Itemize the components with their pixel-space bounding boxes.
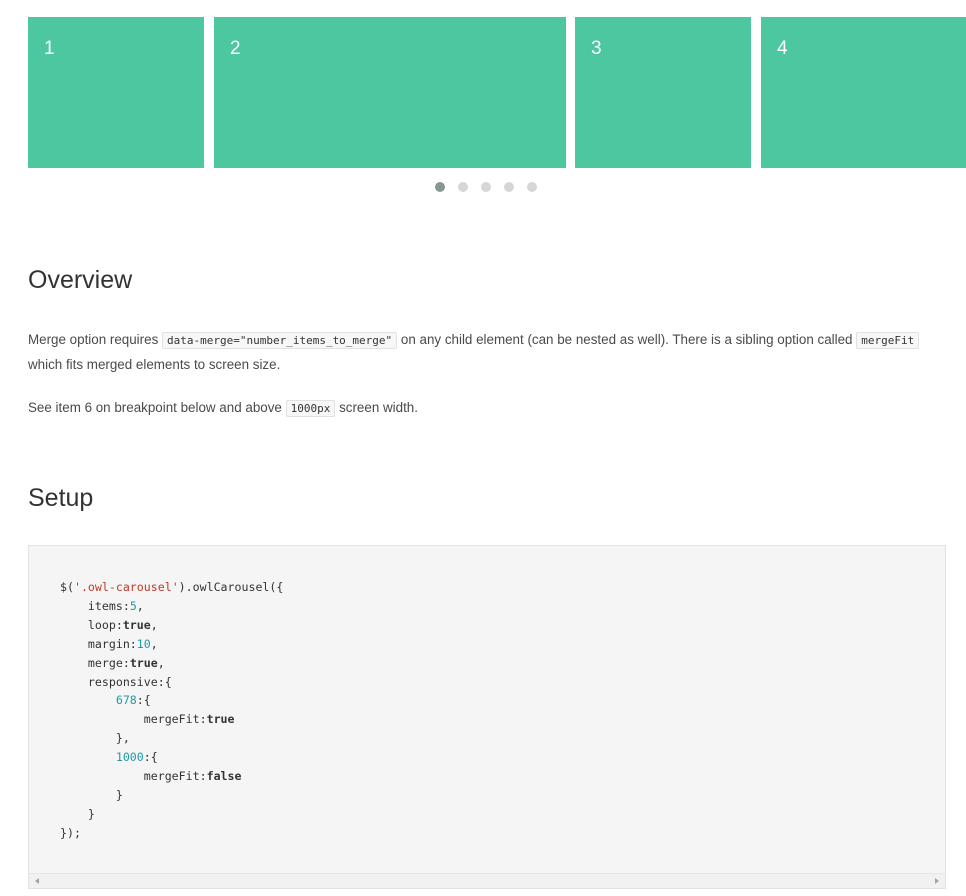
code-token: }); (60, 825, 81, 840)
carousel-item-1[interactable]: 1 (28, 17, 204, 168)
carousel-item-label: 1 (44, 38, 55, 59)
merge-carousel[interactable]: 1 2 3 4 (28, 17, 966, 168)
overview-text-c: which fits merged elements to screen siz… (28, 357, 281, 372)
overview-heading: Overview (28, 266, 133, 294)
overview-paragraph: Merge option requires data-merge="number… (28, 328, 948, 377)
overview-text-b: on any child element (can be nested as w… (400, 332, 853, 347)
code-token: responsive:{ (60, 674, 172, 689)
horizontal-scrollbar[interactable] (29, 873, 945, 888)
code-token: :{ (143, 750, 158, 765)
code-token: ).owlCarousel({ (178, 580, 284, 594)
setup-code-block[interactable]: $('.owl-carousel').owlCarousel({ items:5… (28, 545, 946, 889)
code-token: items: (60, 598, 130, 613)
code-string: '.owl-carousel' (73, 580, 179, 594)
scroll-left-arrow-icon[interactable] (35, 878, 39, 884)
carousel-item-2[interactable]: 2 (214, 17, 566, 168)
carousel-dot-4[interactable] (504, 182, 514, 192)
setup-heading: Setup (28, 484, 94, 512)
carousel-dot-5[interactable] (527, 182, 537, 192)
carousel-dot-2[interactable] (458, 182, 468, 192)
carousel-item-label: 2 (230, 38, 241, 59)
code-token: :{ (136, 693, 151, 708)
code-keyword: true (129, 655, 158, 670)
code-token: } (60, 787, 123, 802)
carousel-item-4[interactable]: 4 (761, 17, 966, 168)
code-data-merge: data-merge="number_items_to_merge" (162, 332, 398, 349)
carousel-item-label: 3 (591, 38, 602, 59)
code-listing: $('.owl-carousel').owlCarousel({ items:5… (60, 580, 284, 840)
code-number: 678 (115, 693, 137, 708)
breakpoint-text-a: See item 6 on breakpoint below and above (28, 400, 282, 415)
carousel-dot-1[interactable] (435, 182, 445, 192)
carousel-dot-3[interactable] (481, 182, 491, 192)
carousel-item-3[interactable]: 3 (575, 17, 751, 168)
code-keyword: true (122, 617, 151, 632)
code-token: loop: (60, 617, 123, 632)
code-number: 1000 (115, 750, 144, 765)
code-token: } (60, 806, 95, 821)
code-1000px: 1000px (285, 400, 336, 417)
carousel-item-label: 4 (777, 38, 788, 59)
code-token: margin: (60, 636, 137, 651)
breakpoint-paragraph: See item 6 on breakpoint below and above… (28, 396, 948, 421)
code-keyword: false (206, 769, 242, 784)
code-token: mergeFit: (60, 769, 207, 784)
code-token: }, (60, 731, 130, 746)
breakpoint-text-b: screen width. (339, 400, 418, 415)
code-keyword: true (206, 712, 235, 727)
code-token: mergeFit: (60, 712, 207, 727)
code-token: $( (60, 580, 74, 594)
code-number: 5 (129, 598, 137, 613)
overview-text-a: Merge option requires (28, 332, 159, 347)
code-number: 10 (136, 636, 151, 651)
code-mergefit: mergeFit (856, 332, 920, 349)
code-token: merge: (60, 655, 130, 670)
scroll-right-arrow-icon[interactable] (935, 878, 939, 884)
